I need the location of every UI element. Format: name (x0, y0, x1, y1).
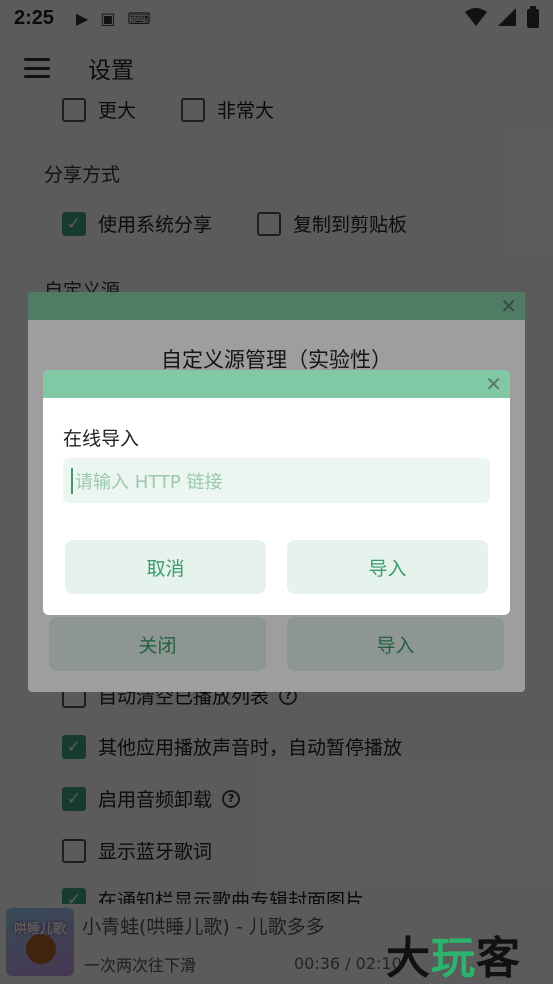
cancel-button[interactable]: 取消 (65, 540, 266, 594)
url-input[interactable]: 请输入 HTTP 链接 (63, 458, 490, 503)
url-input-placeholder: 请输入 HTTP 链接 (75, 471, 223, 493)
close-icon[interactable]: ✕ (485, 372, 502, 396)
watermark-char: 玩 (431, 933, 476, 984)
online-import-dialog: ✕ 在线导入 请输入 HTTP 链接 取消 导入 (43, 370, 510, 615)
watermark-char: 客 (476, 933, 521, 984)
text-caret (71, 467, 73, 494)
dialog-header: ✕ (43, 370, 510, 398)
dialog-label: 在线导入 (63, 428, 140, 450)
watermark-logo: 大玩客 (386, 922, 521, 984)
watermark-char: 大 (386, 933, 431, 984)
import-confirm-button[interactable]: 导入 (287, 540, 488, 594)
